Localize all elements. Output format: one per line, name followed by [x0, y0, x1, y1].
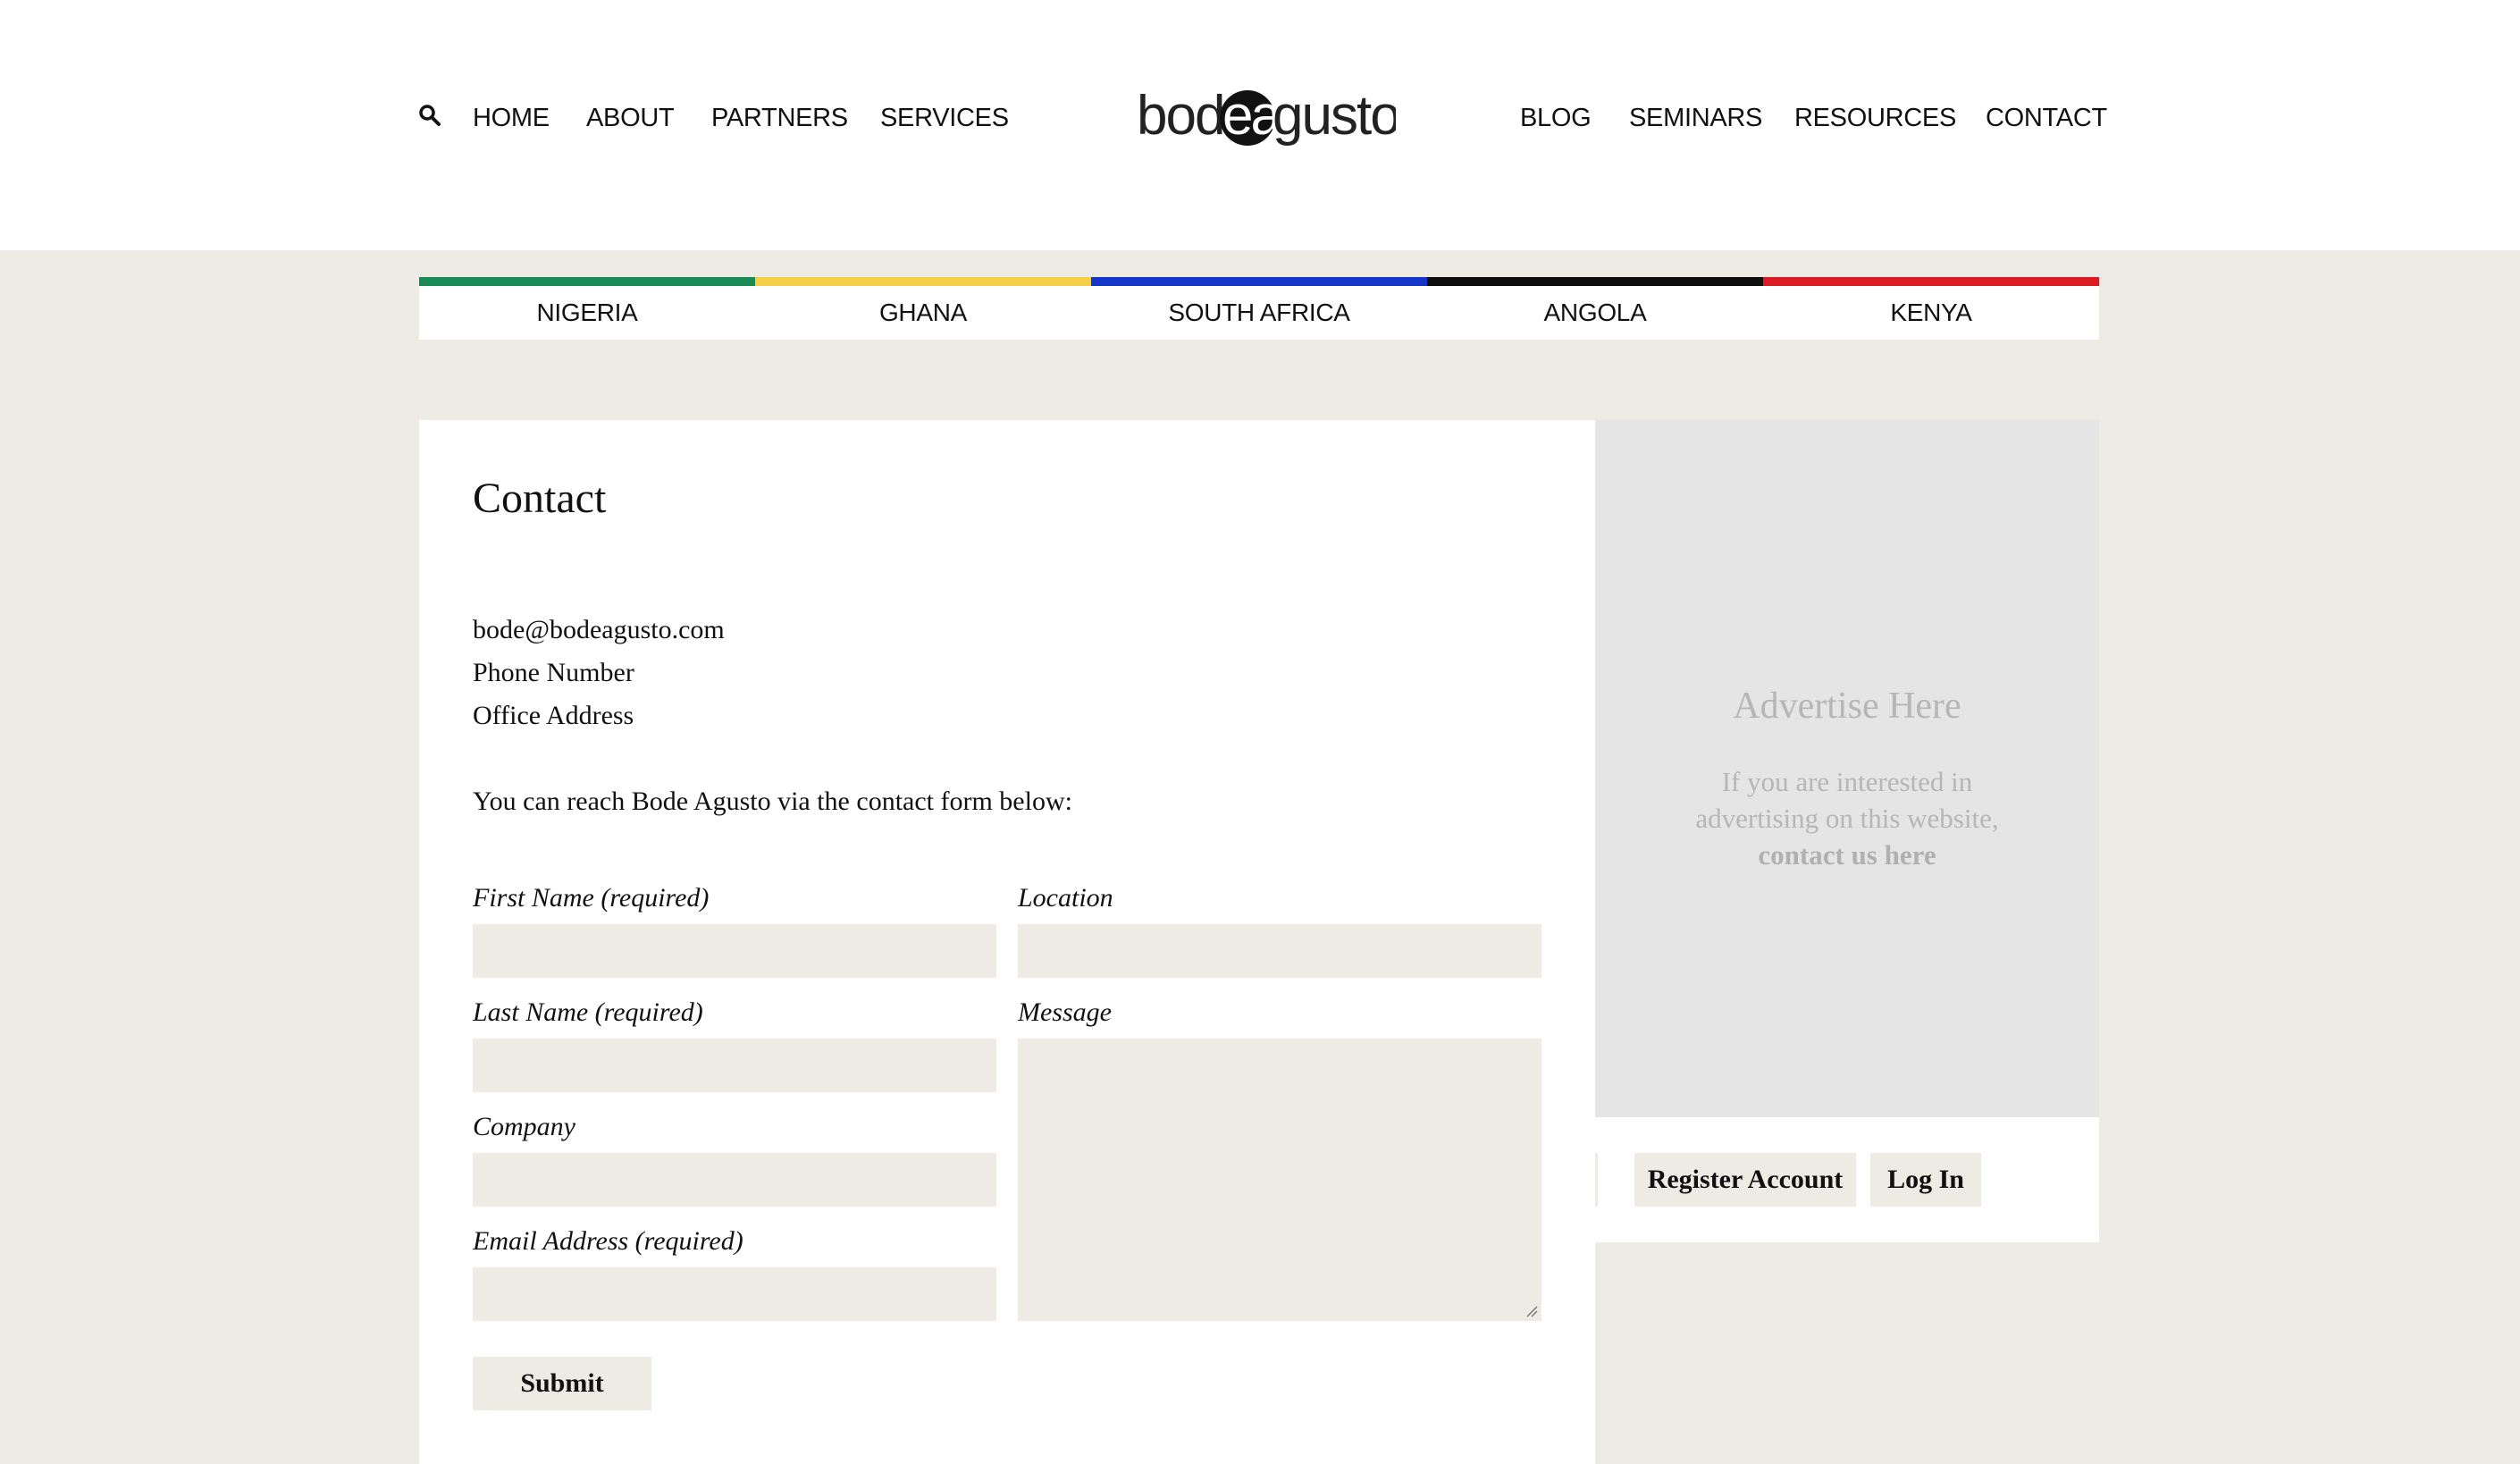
- nav-about[interactable]: ABOUT: [586, 100, 675, 136]
- nav-blog[interactable]: BLOG: [1520, 100, 1592, 136]
- company-input[interactable]: [473, 1153, 996, 1207]
- first-name-input[interactable]: [473, 924, 996, 978]
- country-label: GHANA: [878, 299, 968, 326]
- email-input[interactable]: [473, 1267, 996, 1321]
- company-label: Company: [473, 1112, 575, 1141]
- ad-text-line: If you are interested in: [1721, 766, 1973, 797]
- logo-text-left: bod: [1137, 85, 1223, 147]
- country-nav: NIGERIA GHANA SOUTH AFRICA ANGOLA KENYA: [419, 277, 2099, 340]
- contact-card: Contact bode@bodeagusto.com Phone Number…: [419, 420, 1595, 1464]
- nav-resources[interactable]: RESOURCES: [1794, 100, 1956, 136]
- nav-partners[interactable]: PARTNERS: [711, 100, 848, 136]
- email-label: Email Address (required): [473, 1226, 743, 1256]
- page-title: Contact: [473, 475, 607, 522]
- country-tab-nigeria[interactable]: NIGERIA: [419, 277, 755, 340]
- country-label: ANGOLA: [1543, 299, 1647, 326]
- ad-panel: Advertise Here If you are interested in …: [1595, 420, 2099, 1117]
- country-tab-south-africa[interactable]: SOUTH AFRICA: [1091, 277, 1427, 340]
- location-input[interactable]: [1018, 924, 1541, 978]
- nav-seminars[interactable]: SEMINARS: [1629, 100, 1762, 136]
- ad-text-line: advertising on this website,: [1695, 803, 1999, 834]
- resize-grip-icon[interactable]: [1525, 1305, 1538, 1317]
- ad-contact-link[interactable]: contact us here: [1595, 837, 2099, 873]
- login-button[interactable]: Log In: [1870, 1153, 1981, 1207]
- message-label: Message: [1018, 997, 1112, 1027]
- country-stripe: [1091, 277, 1427, 286]
- country-stripe: [1763, 277, 2099, 286]
- last-name-input[interactable]: [473, 1039, 996, 1092]
- country-stripe: [1427, 277, 1763, 286]
- country-label: SOUTH AFRICA: [1168, 299, 1350, 326]
- country-tab-angola[interactable]: ANGOLA: [1427, 277, 1763, 340]
- ad-title: Advertise Here: [1733, 686, 1961, 727]
- contact-phone: Phone Number: [473, 658, 634, 687]
- search-icon[interactable]: [418, 104, 441, 127]
- logo-text-right: gusto: [1273, 85, 1396, 147]
- register-account-button[interactable]: Register Account: [1634, 1153, 1856, 1207]
- contact-email: bode@bodeagusto.com: [473, 615, 725, 644]
- account-box: Register Account Log In: [1595, 1117, 2099, 1242]
- first-name-label: First Name (required): [473, 883, 710, 913]
- site-header: HOME ABOUT PARTNERS SERVICES bod ea gust…: [0, 0, 2520, 250]
- ad-text: If you are interested in advertising on …: [1595, 763, 2099, 873]
- country-stripe: [755, 277, 1091, 286]
- divider: [1595, 1153, 1598, 1207]
- message-wrapper: [1018, 1039, 1541, 1321]
- country-tab-ghana[interactable]: GHANA: [755, 277, 1091, 340]
- country-label: NIGERIA: [536, 299, 638, 326]
- contact-intro: You can reach Bode Agusto via the contac…: [473, 787, 1072, 816]
- contact-address: Office Address: [473, 701, 634, 730]
- nav-contact[interactable]: CONTACT: [1986, 100, 2107, 136]
- nav-home[interactable]: HOME: [473, 100, 550, 136]
- submit-button[interactable]: Submit: [473, 1357, 651, 1410]
- site-logo[interactable]: bod ea gusto: [1137, 82, 1396, 154]
- nav-services[interactable]: SERVICES: [880, 100, 1009, 136]
- country-stripe: [419, 277, 755, 286]
- location-label: Location: [1018, 883, 1113, 913]
- country-label: KENYA: [1890, 299, 1972, 326]
- country-tab-kenya[interactable]: KENYA: [1763, 277, 2099, 340]
- message-textarea[interactable]: [1018, 1039, 1541, 1321]
- last-name-label: Last Name (required): [473, 997, 703, 1027]
